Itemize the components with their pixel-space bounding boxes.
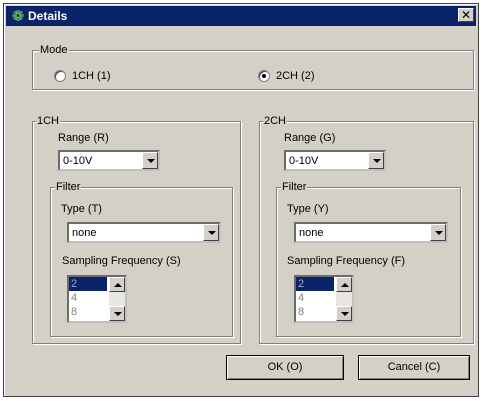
ch2-range-dropdown-button[interactable]: [368, 152, 384, 169]
list-item[interactable]: 8: [296, 305, 334, 319]
ch1-range-dropdown-button[interactable]: [142, 152, 158, 169]
ch1-filter-type-label: Type (T): [61, 203, 102, 215]
chevron-up-icon: [114, 283, 122, 287]
scroll-down-button[interactable]: [109, 306, 125, 321]
title-bar[interactable]: ❁ Details ✕: [6, 6, 476, 26]
ch2-sampling-frequency-list[interactable]: 2 4 8: [294, 275, 354, 323]
mode-group-label: Mode: [39, 43, 69, 57]
cancel-button[interactable]: Cancel (C): [358, 355, 470, 380]
ch1-sampling-frequency-scrollbar[interactable]: [109, 277, 125, 321]
scroll-up-button[interactable]: [336, 277, 352, 292]
ch1-range-label: Range (R): [58, 132, 109, 144]
ch1-filter-type-value: none: [72, 227, 97, 239]
chevron-down-icon: [147, 159, 155, 163]
ch1-filter-type-select[interactable]: none: [67, 222, 221, 243]
scroll-down-button[interactable]: [336, 306, 352, 321]
ok-button[interactable]: OK (O): [226, 355, 344, 380]
mode-2ch-radio[interactable]: [258, 70, 270, 82]
scroll-up-button[interactable]: [109, 277, 125, 292]
ch2-filter-type-value: none: [299, 227, 324, 239]
chevron-up-icon: [341, 283, 349, 287]
chevron-down-icon: [114, 312, 122, 316]
chevron-down-icon: [435, 231, 443, 235]
mode-1ch-radio[interactable]: [54, 70, 66, 82]
ch1-range-select[interactable]: 0-10V: [58, 150, 160, 171]
window-title: Details: [28, 9, 68, 23]
ch2-sampling-frequency-scrollbar[interactable]: [336, 277, 352, 321]
ch2-filter-group-label: Filter: [281, 180, 308, 194]
close-button[interactable]: ✕: [458, 8, 474, 22]
list-item[interactable]: 8: [69, 305, 107, 319]
ch2-filter-type-dropdown-button[interactable]: [430, 224, 446, 241]
ch1-filter-group-label: Filter: [55, 180, 82, 194]
ch2-sampling-frequency-label: Sampling Frequency (F): [287, 255, 405, 267]
chevron-down-icon: [373, 159, 381, 163]
ch2-filter-type-label: Type (Y): [287, 203, 329, 215]
gear-icon: ❁: [11, 7, 25, 25]
ch1-sampling-frequency-label: Sampling Frequency (S): [62, 255, 181, 267]
details-dialog: ❁ Details ✕ Mode 1CH (1) 2CH (2) 1CH Ran…: [3, 3, 479, 397]
mode-2ch-label[interactable]: 2CH (2): [276, 69, 315, 83]
list-item[interactable]: 4: [69, 291, 107, 305]
ch1-filter-type-dropdown-button[interactable]: [203, 224, 219, 241]
list-item[interactable]: 2: [296, 277, 334, 291]
mode-1ch-label[interactable]: 1CH (1): [72, 69, 111, 83]
ch2-group-label: 2CH: [263, 114, 288, 128]
ch1-sampling-frequency-list[interactable]: 2 4 8: [67, 275, 127, 323]
list-item[interactable]: 4: [296, 291, 334, 305]
ch2-filter-type-select[interactable]: none: [294, 222, 448, 243]
ch2-range-label: Range (G): [284, 132, 336, 144]
list-item[interactable]: 2: [69, 277, 107, 291]
ch1-range-value: 0-10V: [63, 155, 93, 167]
ch1-group-label: 1CH: [36, 114, 61, 128]
ch2-range-value: 0-10V: [289, 155, 319, 167]
chevron-down-icon: [341, 312, 349, 316]
ch2-range-select[interactable]: 0-10V: [284, 150, 386, 171]
chevron-down-icon: [208, 231, 216, 235]
